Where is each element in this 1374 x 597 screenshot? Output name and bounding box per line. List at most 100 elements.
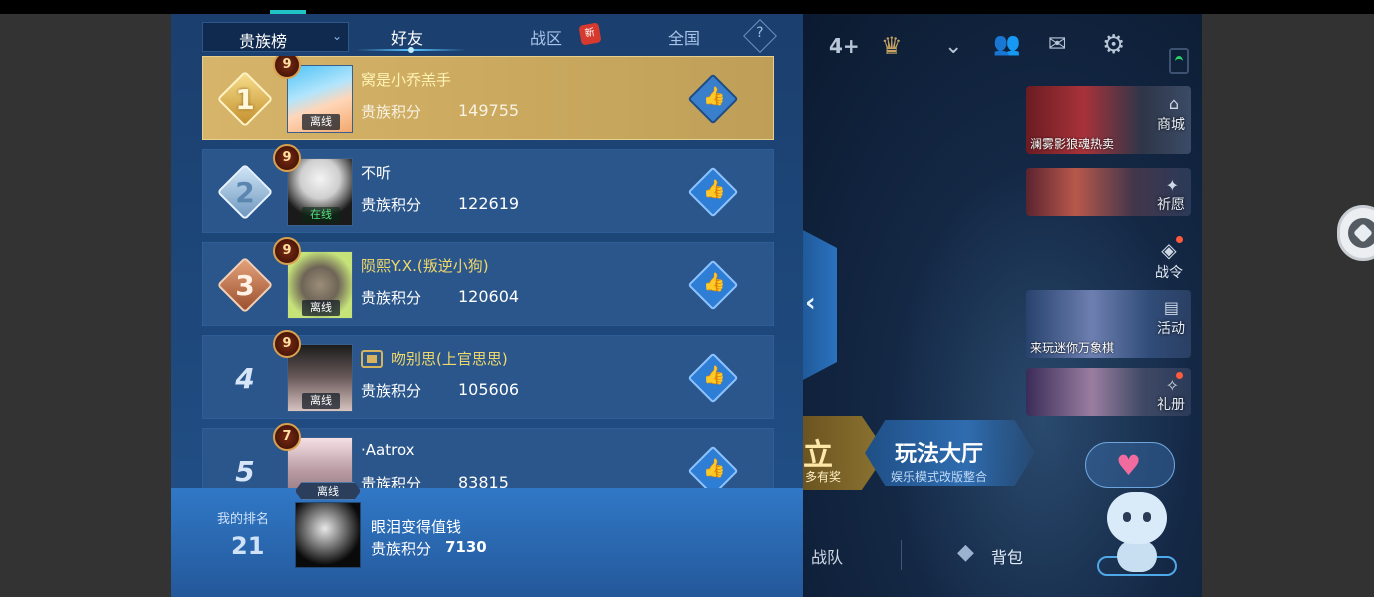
heart-button[interactable]: ♥ — [1085, 442, 1175, 488]
activity-icon: ▤ — [1163, 298, 1179, 317]
mascot[interactable] — [1097, 492, 1177, 576]
help-icon: ? — [756, 24, 764, 41]
score-label: 贵族积分 — [361, 103, 422, 121]
like-button[interactable]: 👍 — [687, 352, 739, 404]
score-value: 122619 — [458, 194, 520, 213]
player-name: 窝是小乔羔手 — [361, 71, 452, 89]
rank-plain: 4 — [217, 348, 273, 408]
assist-icon — [1348, 218, 1374, 248]
avatar[interactable]: 离线 — [287, 65, 353, 133]
player-name: 吻别思(上官思思) — [391, 350, 508, 368]
player-name: 陨熙Y.X.(叛逆小狗) — [361, 257, 489, 275]
board-dropdown[interactable]: 贵族榜 ⌄ — [202, 22, 349, 52]
avatar[interactable]: 离线 — [287, 251, 353, 319]
game-hall-sub: 娱乐模式改版整合 — [891, 470, 988, 484]
pray-card[interactable]: ✦ 祈愿 — [1026, 168, 1191, 216]
chevron-left-icon: ‹ — [805, 288, 816, 318]
status-badge: 在线 — [302, 207, 340, 223]
like-button[interactable]: 👍 — [687, 73, 739, 125]
mascot-body — [1117, 540, 1157, 572]
ranked-mode-sub: 多有奖 — [805, 470, 842, 484]
like-button[interactable]: 👍 — [687, 259, 739, 311]
shop-card[interactable]: ⌂ 商城 澜雾影狼魂热卖 — [1026, 86, 1191, 154]
collapse-panel-button[interactable]: ‹ — [803, 230, 837, 380]
top-status-bar — [0, 0, 1374, 14]
score-value: 149755 — [458, 101, 520, 120]
rank-medal-gold: 1 — [216, 69, 274, 129]
battle-pass-button[interactable]: ◈ 战令 — [1149, 236, 1189, 282]
rank-number: 1 — [235, 83, 255, 116]
team-badge-icon — [361, 350, 383, 368]
score-value: 120604 — [458, 287, 520, 306]
shop-caption: 澜雾影狼魂热卖 — [1030, 137, 1115, 151]
like-button[interactable]: 👍 — [687, 166, 739, 218]
chevron-down-icon[interactable]: ⌄ — [944, 34, 962, 59]
gift-card[interactable]: ✧ 礼册 — [1026, 368, 1191, 416]
lobby-top-icons: 4+ ♛ ⌄ 👥 ✉ ⚙ — [803, 30, 1202, 74]
gift-icon: ✧ — [1165, 376, 1179, 395]
score-value: 83815 — [458, 473, 509, 488]
noble-level-badge: 9 — [273, 144, 301, 172]
pray-icon: ✦ — [1165, 176, 1179, 195]
chevron-down-icon: ⌄ — [331, 29, 342, 43]
bag-icon[interactable]: ◆ — [957, 540, 974, 565]
mail-icon[interactable]: ✉ — [1048, 32, 1066, 57]
activity-card[interactable]: ▤ 活动 来玩迷你万象棋 — [1026, 290, 1191, 358]
tab-zone[interactable]: 战区 — [530, 25, 562, 49]
help-button[interactable]: ? — [743, 19, 777, 53]
thumbs-up-icon: 👍 — [703, 458, 726, 479]
ranking-row[interactable]: 1 离线 9 窝是小乔羔手 贵族积分 149755 👍 — [202, 56, 774, 140]
notification-dot — [1176, 236, 1183, 243]
heart-icon: ♥ — [1116, 449, 1142, 482]
bag-button[interactable]: 背包 — [991, 544, 1023, 568]
rank-number: 2 — [235, 176, 255, 209]
my-status-badge: 离线 — [295, 482, 361, 500]
tab-bar: 贵族榜 ⌄ 好友 战区 新 全国 ? — [171, 14, 803, 56]
right-letterbox — [1202, 14, 1374, 597]
nav-divider — [901, 540, 902, 570]
board-dropdown-label: 贵族榜 — [239, 32, 288, 51]
ranking-row[interactable]: 2 在线 9 不听 贵族积分 122619 👍 — [202, 144, 774, 233]
ranking-list[interactable]: 1 离线 9 窝是小乔羔手 贵族积分 149755 👍 2 在线 9 不听 贵族… — [202, 56, 774, 488]
tab-friends[interactable]: 好友 — [391, 25, 423, 49]
my-score-value: 7130 — [445, 538, 487, 556]
mode-buttons: 立 多有奖 玩法大厅 娱乐模式改版整合 — [803, 416, 1043, 490]
friends-icon[interactable]: 👥 — [993, 32, 1020, 57]
avatar[interactable]: 在线 — [287, 158, 353, 226]
mascot-head — [1107, 492, 1167, 544]
rank-crest-icon[interactable]: ♛ — [881, 32, 903, 60]
leaderboard-panel: 贵族榜 ⌄ 好友 战区 新 全国 ? 1 离线 9 窝是小乔羔手 贵族积分 14… — [171, 14, 803, 597]
team-button[interactable]: 战队 — [811, 544, 843, 568]
score-label: 贵族积分 — [361, 475, 422, 488]
thumbs-up-icon: 👍 — [703, 86, 726, 107]
battle-pass-icon: ◈ — [1161, 238, 1177, 262]
player-name: 不听 — [361, 164, 392, 182]
signal-icon — [1169, 48, 1189, 74]
notification-dot — [1176, 372, 1183, 379]
thumbs-up-icon: 👍 — [703, 272, 726, 293]
game-hall-title: 玩法大厅 — [895, 442, 984, 467]
score-label: 贵族积分 — [361, 289, 422, 307]
tab-national[interactable]: 全国 — [668, 25, 700, 49]
rank-medal-bronze: 3 — [216, 255, 274, 315]
my-avatar[interactable] — [295, 502, 361, 568]
friend-count-text[interactable]: 4+ — [829, 34, 860, 58]
active-tab-underline — [356, 47, 466, 53]
gift-label: 礼册 — [1157, 397, 1185, 413]
gear-icon[interactable]: ⚙ — [1102, 30, 1125, 60]
shop-icon: ⌂ — [1168, 94, 1179, 113]
score-label: 贵族积分 — [361, 382, 422, 400]
bottom-nav: 战队 ◆ 背包 — [803, 534, 1083, 574]
score-value: 105606 — [458, 380, 520, 399]
new-badge: 新 — [578, 22, 602, 46]
game-lobby: 4+ ♛ ⌄ 👥 ✉ ⚙ ⌂ 商城 澜雾影狼魂热卖 ✦ 祈愿 ◈ 战令 ▤ 活动… — [803, 14, 1202, 597]
rank-number: 3 — [235, 269, 255, 302]
ranking-row[interactable]: 4 离线 9 吻别思(上官思思) 贵族积分 105606 👍 — [202, 330, 774, 419]
my-player-name: 眼泪变得值钱 — [371, 518, 462, 536]
like-button[interactable]: 👍 — [687, 445, 739, 488]
status-badge: 离线 — [302, 300, 340, 316]
thumbs-up-icon: 👍 — [703, 179, 726, 200]
ranking-row[interactable]: 5 离线 7 ·Aatrox 贵族积分 83815 👍 — [202, 423, 774, 488]
avatar[interactable]: 离线 — [287, 344, 353, 412]
ranking-row[interactable]: 3 离线 9 陨熙Y.X.(叛逆小狗) 贵族积分 120604 👍 — [202, 237, 774, 326]
